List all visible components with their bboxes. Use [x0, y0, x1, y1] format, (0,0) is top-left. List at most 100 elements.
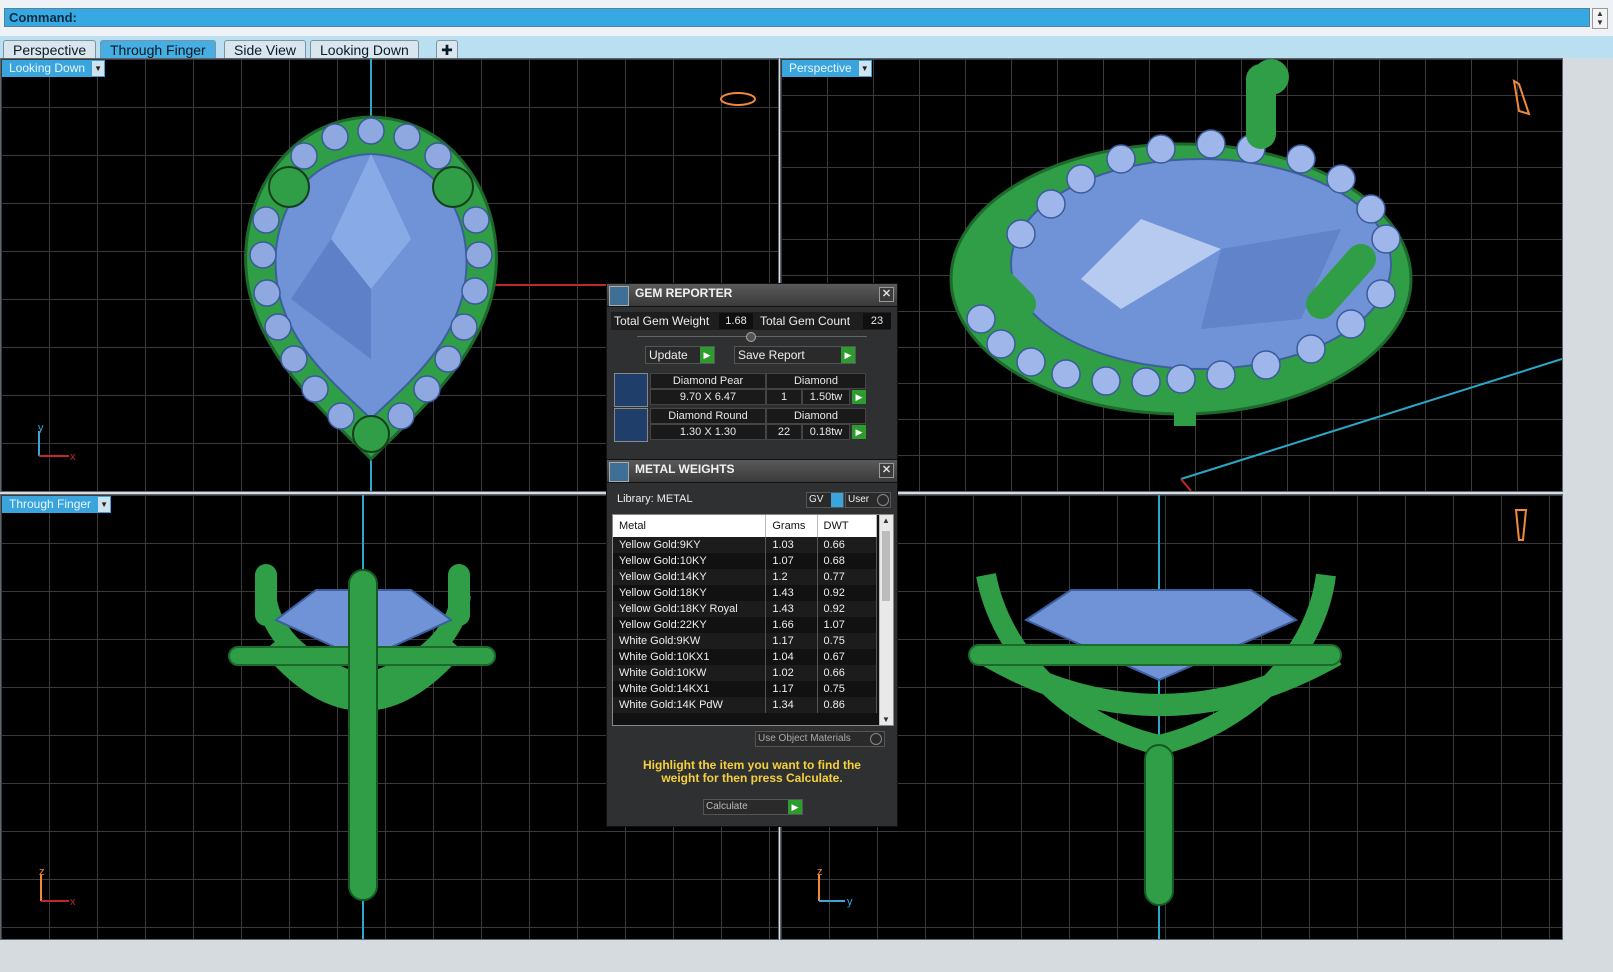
add-tab-button[interactable]: ✚ [436, 40, 458, 60]
gem-size: 9.70 X 6.47 [650, 389, 766, 405]
scrollbar-thumb[interactable] [882, 531, 890, 601]
table-row[interactable]: White Gold:10KW 1.02 0.66 [613, 665, 877, 681]
save-report-button[interactable]: Save Report ▶ [734, 346, 856, 364]
metal-table: Metal Grams DWT Yellow Gold:9KY 1.03 0.66 … [613, 515, 877, 713]
grams-value: 1.43 [765, 601, 818, 617]
metal-name: White Gold:14KX1 [613, 681, 767, 697]
update-button[interactable]: Update ▶ [645, 346, 715, 364]
command-scroll-arrows[interactable]: ▲ ▼ [1592, 8, 1608, 29]
gem-size: 1.30 X 1.30 [650, 424, 766, 440]
close-icon[interactable]: ✕ [879, 463, 894, 478]
grams-value: 1.03 [765, 537, 818, 553]
table-row[interactable]: Yellow Gold:14KY 1.2 0.77 [613, 569, 877, 585]
viewport-tab-strip: Perspective Through Finger Side View Loo… [0, 36, 1613, 60]
tab-through-finger[interactable]: Through Finger [100, 40, 216, 60]
gem-name: Diamond Pear [650, 373, 766, 389]
metal-weights-panel: METAL WEIGHTS ✕ Library: METAL GV User M… [606, 459, 898, 827]
dwt-value: 0.77 [817, 569, 877, 585]
gem-name: Diamond Round [650, 408, 766, 424]
play-icon[interactable]: ▶ [852, 390, 866, 404]
command-input[interactable]: Command: [4, 8, 1590, 27]
column-header-dwt[interactable]: DWT [817, 515, 877, 537]
calculate-button[interactable]: Calculate ▶ [703, 799, 803, 815]
dwt-value: 0.92 [817, 585, 877, 601]
metal-name: White Gold:14K PdW [613, 697, 767, 713]
metal-name: Yellow Gold:9KY [613, 537, 767, 553]
table-row[interactable]: White Gold:9KW 1.17 0.75 [613, 633, 877, 649]
use-object-materials-toggle[interactable]: Use Object Materials [755, 731, 885, 747]
metal-name: Yellow Gold:18KY Royal [613, 601, 767, 617]
metal-name: Yellow Gold:10KY [613, 553, 767, 569]
dwt-value: 1.07 [817, 617, 877, 633]
gem-reporter-titlebar[interactable]: GEM REPORTER ✕ [607, 284, 897, 307]
play-icon[interactable]: ▶ [852, 425, 866, 439]
axis-label-y: y [847, 896, 853, 908]
dwt-value: 0.66 [817, 537, 877, 553]
gem-reporter-panel: GEM REPORTER ✕ Total Gem Weight 1.68 Tot… [606, 283, 898, 461]
chevron-down-icon[interactable]: ▼ [882, 715, 890, 724]
plus-icon: ✚ [441, 42, 453, 58]
perspective-model [949, 59, 1562, 491]
round-gem-icon [614, 408, 648, 442]
table-row[interactable]: Yellow Gold:18KY 1.43 0.92 [613, 585, 877, 601]
metal-name: White Gold:9KW [613, 633, 767, 649]
chevron-up-icon[interactable]: ▲ [882, 516, 890, 525]
right-margin [1563, 58, 1613, 938]
grams-value: 1.17 [765, 681, 818, 697]
axis-label-z: z [817, 866, 823, 878]
metal-weights-icon [609, 462, 629, 482]
gem-material: Diamond [766, 373, 866, 389]
metal-name: Yellow Gold:14KY [613, 569, 767, 585]
grams-value: 1.34 [765, 697, 818, 713]
axis-label-y: y [38, 422, 44, 434]
tab-perspective[interactable]: Perspective [3, 40, 97, 60]
metal-name: Yellow Gold:22KY [613, 617, 767, 633]
update-button-label: Update [649, 348, 688, 362]
table-row[interactable]: Yellow Gold:9KY 1.03 0.66 [613, 537, 877, 553]
metal-table-container[interactable]: Metal Grams DWT Yellow Gold:9KY 1.03 0.66 … [612, 514, 894, 726]
gem-row[interactable]: Diamond Pear Diamond 9.70 X 6.47 1 1.50t… [614, 373, 866, 407]
dwt-value: 0.66 [817, 665, 877, 681]
table-scrollbar[interactable]: ▲ ▼ [879, 515, 893, 725]
table-row[interactable]: Yellow Gold:18KY Royal 1.43 0.92 [613, 601, 877, 617]
close-icon[interactable]: ✕ [879, 287, 894, 302]
column-header-grams[interactable]: Grams [765, 515, 818, 537]
user-toggle[interactable]: User [845, 492, 891, 508]
command-label: Command: [9, 10, 77, 25]
total-gem-weight-label: Total Gem Weight [614, 314, 710, 328]
table-row[interactable]: White Gold:10KX1 1.04 0.67 [613, 649, 877, 665]
table-row[interactable]: White Gold:14K PdW 1.34 0.86 [613, 697, 877, 713]
dwt-value: 0.75 [817, 681, 877, 697]
metal-weights-title: METAL WEIGHTS [635, 462, 735, 476]
total-gem-count-value: 23 [863, 313, 891, 329]
gem-row[interactable]: Diamond Round Diamond 1.30 X 1.30 22 0.1… [614, 408, 866, 442]
grams-value: 1.04 [765, 649, 818, 665]
dwt-value: 0.86 [817, 697, 877, 713]
gv-toggle[interactable]: GV [806, 492, 844, 508]
user-toggle-label: User [848, 494, 870, 505]
library-label: Library: METAL [617, 493, 693, 505]
grams-value: 1.66 [765, 617, 818, 633]
collapse-handle-icon[interactable] [746, 332, 756, 342]
grams-value: 1.2 [765, 569, 818, 585]
total-gem-weight-value: 1.68 [719, 313, 753, 329]
gem-material: Diamond [766, 408, 866, 424]
pear-gem-icon [614, 373, 648, 407]
metal-name: White Gold:10KX1 [613, 649, 767, 665]
total-gem-count-label: Total Gem Count [760, 314, 851, 328]
tab-looking-down[interactable]: Looking Down [310, 40, 419, 60]
save-report-button-label: Save Report [738, 348, 805, 362]
axis-label-x: x [70, 896, 76, 908]
use-object-materials-label: Use Object Materials [758, 733, 851, 744]
gem-count: 1 [766, 389, 802, 405]
table-row[interactable]: Yellow Gold:22KY 1.66 1.07 [613, 617, 877, 633]
side-view-model: z y [817, 495, 1528, 939]
command-bar: Command: ▲ ▼ [0, 0, 1613, 37]
table-row[interactable]: White Gold:14KX1 1.17 0.75 [613, 681, 877, 697]
metal-weights-titlebar[interactable]: METAL WEIGHTS ✕ [607, 460, 897, 483]
column-header-metal[interactable]: Metal [613, 515, 767, 537]
table-row[interactable]: Yellow Gold:10KY 1.07 0.68 [613, 553, 877, 569]
gem-weight: 0.18tw [802, 424, 850, 440]
dwt-value: 0.68 [817, 553, 877, 569]
tab-side-view[interactable]: Side View [224, 40, 307, 60]
